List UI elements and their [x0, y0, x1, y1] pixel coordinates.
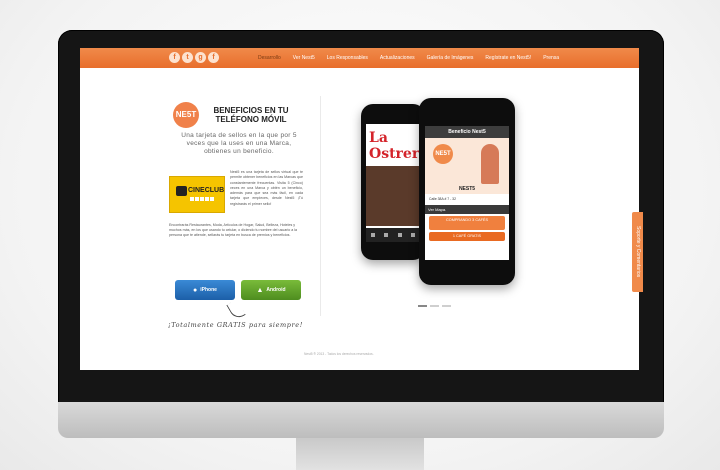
- nav-item-desarrollo[interactable]: Desarrollo: [252, 55, 287, 61]
- phone-back: La Ostrería: [361, 104, 425, 260]
- pager-dot-2[interactable]: [430, 305, 439, 307]
- venue-name: NEST5: [458, 186, 476, 192]
- venue-address: Calle 38A # 7 - 32: [425, 194, 509, 205]
- monitor-chin: [58, 402, 664, 438]
- film-icon: [176, 186, 187, 196]
- social-links: f t g f: [169, 52, 219, 63]
- nav-item-prensa[interactable]: Prensa: [537, 55, 565, 61]
- twitter-icon[interactable]: t: [182, 52, 193, 63]
- benefits-headline: BENEFICIOS EN TU TELÉFONO MÓVIL: [213, 106, 289, 124]
- slider-pager: [418, 305, 451, 307]
- iphone-button-label: iPhone: [200, 287, 217, 293]
- android-icon: ▲: [256, 286, 264, 294]
- view-map-link[interactable]: Ver Mapa.: [425, 205, 509, 214]
- promo-banner: COMPRANDO 3 CAFÉS: [429, 216, 505, 230]
- brand-tiles: [366, 166, 420, 226]
- android-download-button[interactable]: ▲ Android: [241, 280, 301, 300]
- promo-reward: 1 CAFÉ GRATIS: [429, 232, 505, 241]
- description-text: Nest5 es una tarjeta de sellos virtual q…: [230, 170, 303, 206]
- nav-item-galeria[interactable]: Galería de Imágenes: [421, 55, 480, 61]
- stamp-slots: [190, 197, 214, 201]
- android-button-label: Android: [266, 287, 286, 293]
- monitor-stand: [296, 438, 424, 470]
- google-plus-icon[interactable]: g: [195, 52, 206, 63]
- free-forever-note: ¡Totalmente GRATIS para siempre!: [168, 321, 303, 329]
- nest5-artwork: NE5T NEST5: [425, 138, 509, 194]
- support-feedback-tab[interactable]: Soporte y Comentarios: [632, 212, 643, 292]
- phone-back-tabbar: [366, 228, 420, 242]
- arrow-doodle: [226, 299, 246, 321]
- cineclub-card: CINECLUB: [169, 176, 225, 213]
- phone-front-screen: Beneficio Nest5 NE5T NEST5 Calle 38A # 7…: [425, 126, 509, 260]
- lead-text: Una tarjeta de sellos en la que por 5 ve…: [181, 132, 297, 155]
- facebook-icon[interactable]: f: [169, 52, 180, 63]
- phone-front: Beneficio Nest5 NE5T NEST5 Calle 38A # 7…: [419, 98, 515, 285]
- nav-item-ver-nest5[interactable]: Ver Nest5: [287, 55, 321, 61]
- pager-dot-3[interactable]: [442, 305, 451, 307]
- apple-icon: ●: [193, 286, 198, 294]
- pager-dot-1[interactable]: [418, 305, 427, 307]
- page-footer: Nest5 ® 2013 - Todos los derechos reserv…: [304, 352, 374, 356]
- facebook-page-icon[interactable]: f: [208, 52, 219, 63]
- top-nav: f t g f Desarrollo Ver Nest5 Los Respons…: [80, 48, 639, 68]
- nest5-seal: NE5T: [433, 144, 453, 164]
- la-ostreria-brand: La Ostrería: [369, 130, 420, 162]
- desktop-scene: f t g f Desarrollo Ver Nest5 Los Respons…: [0, 0, 720, 470]
- web-page: f t g f Desarrollo Ver Nest5 Los Respons…: [80, 48, 639, 370]
- description-text-2: Encontrarás Restaurantes, Moda, Artículo…: [169, 223, 298, 238]
- illustration: [481, 144, 499, 184]
- iphone-download-button[interactable]: ● iPhone: [175, 280, 235, 300]
- nav-item-responsables[interactable]: Los Responsables: [321, 55, 374, 61]
- phone-back-screen: La Ostrería: [366, 124, 420, 242]
- column-divider: [320, 96, 321, 316]
- phone-title-bar: Beneficio Nest5: [425, 126, 509, 138]
- nav-item-registrate[interactable]: Regístrate en Nest5!: [479, 55, 537, 61]
- cineclub-label: CINECLUB: [188, 187, 225, 194]
- nav-item-actualizaciones[interactable]: Actualizaciones: [374, 55, 421, 61]
- nest5-logo: NE5T: [173, 102, 199, 128]
- nav-menu: Desarrollo Ver Nest5 Los Responsables Ac…: [252, 48, 565, 68]
